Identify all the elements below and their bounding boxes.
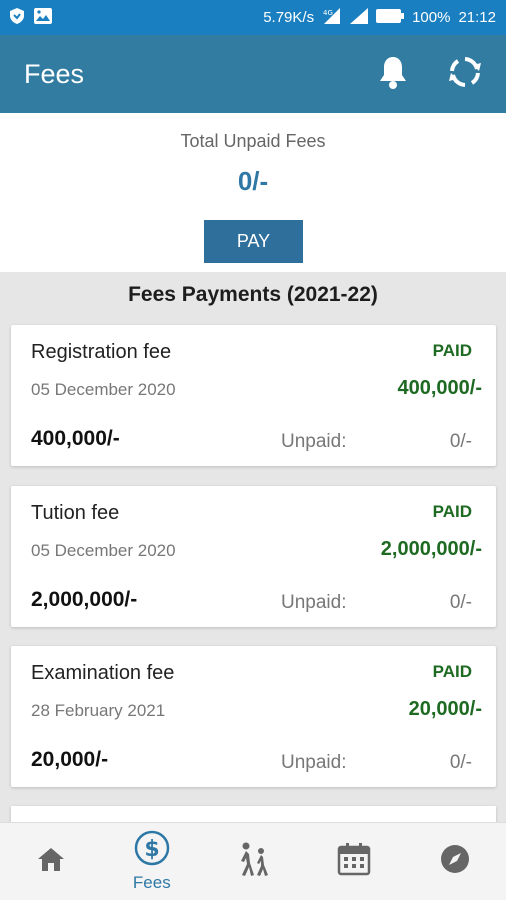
fee-date: 28 February 2021	[31, 701, 166, 720]
network-speed: 5.79K/s	[263, 9, 315, 26]
unpaid-summary: Total Unpaid Fees 0/- PAY	[0, 113, 506, 272]
section-title: Fees Payments (2021-22)	[128, 283, 378, 306]
fee-total: 2,000,000/-	[31, 588, 138, 611]
nav-home[interactable]	[0, 823, 101, 900]
fee-name: Examination fee	[31, 662, 175, 684]
battery-icon	[376, 8, 405, 27]
calendar-icon	[337, 842, 371, 881]
fee-card[interactable]: Registration fee PAID 05 December 2020 4…	[11, 325, 496, 466]
fee-card[interactable]: Tution fee PAID 05 December 2020 2,000,0…	[11, 486, 496, 627]
refresh-icon[interactable]	[448, 55, 482, 94]
shield-icon	[10, 7, 24, 28]
page-title: Fees	[24, 58, 85, 89]
home-icon	[37, 846, 65, 877]
dollar-icon: $	[134, 830, 170, 871]
clock: 21:12	[458, 9, 496, 26]
nav-fees[interactable]: $ Fees	[101, 823, 202, 900]
pay-button[interactable]: PAY	[204, 220, 303, 263]
fee-total: 400,000/-	[31, 427, 120, 450]
unpaid-value: 0/-	[449, 431, 472, 452]
status-bar: 5.79K/s 4G 100% 21:12	[0, 0, 506, 35]
fee-date: 05 December 2020	[31, 380, 176, 399]
fee-name: Tution fee	[31, 502, 120, 524]
signal-icon	[350, 7, 369, 28]
unpaid-label: Unpaid:	[281, 431, 347, 452]
svg-text:4G: 4G	[323, 9, 333, 17]
battery-percent: 100%	[412, 9, 451, 26]
paid-status-badge: PAID	[432, 662, 472, 681]
fee-total: 20,000/-	[31, 748, 109, 771]
total-unpaid-label: Total Unpaid Fees	[180, 131, 326, 151]
paid-amount: 400,000/-	[397, 377, 482, 399]
paid-amount: 2,000,000/-	[380, 538, 482, 560]
paid-amount: 20,000/-	[408, 698, 482, 720]
fee-date: 05 December 2020	[31, 541, 176, 560]
signal-4g-icon: 4G	[322, 7, 342, 28]
nav-calendar[interactable]	[304, 823, 405, 900]
unpaid-label: Unpaid:	[281, 752, 347, 773]
nav-fees-label: Fees	[132, 873, 171, 892]
compass-icon	[440, 844, 470, 879]
notification-bell-icon[interactable]	[378, 55, 408, 94]
fee-name: Registration fee	[31, 341, 172, 363]
nav-attendance[interactable]	[202, 823, 303, 900]
image-icon	[34, 7, 52, 28]
paid-status-badge: PAID	[432, 341, 472, 360]
walking-icon	[235, 841, 271, 882]
paid-status-badge: PAID	[432, 502, 472, 521]
unpaid-value: 0/-	[449, 592, 472, 613]
svg-text:$: $	[144, 837, 159, 862]
fee-card[interactable]: Examination fee PAID 28 February 2021 20…	[11, 646, 496, 787]
nav-more[interactable]	[405, 823, 506, 900]
bottom-navigation: $ Fees	[0, 822, 506, 900]
unpaid-value: 0/-	[449, 752, 472, 773]
unpaid-label: Unpaid:	[281, 592, 347, 613]
app-bar: Fees	[0, 35, 506, 113]
total-unpaid-amount: 0/-	[237, 166, 269, 196]
